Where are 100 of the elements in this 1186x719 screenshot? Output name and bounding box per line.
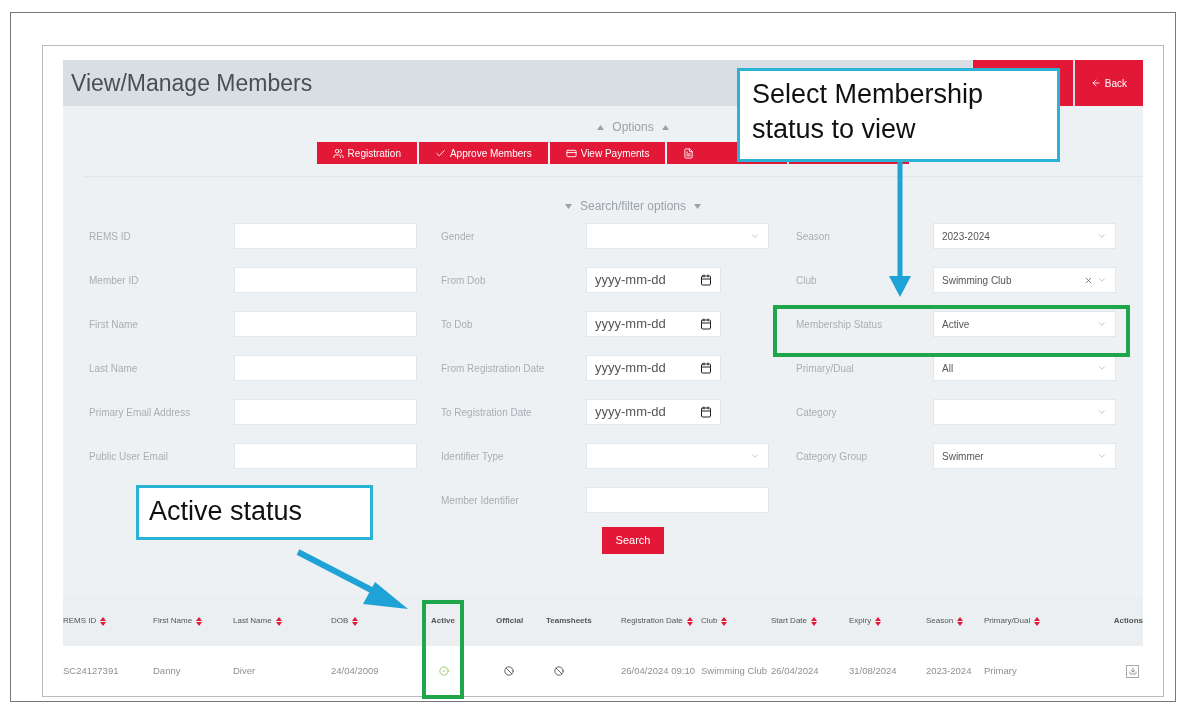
table-cell-text: SC24127391 (63, 663, 120, 678)
card-icon (565, 147, 577, 159)
input-field[interactable] (586, 487, 769, 513)
column-header[interactable]: Primary/Dual (984, 615, 1041, 627)
field-label: REMS ID (89, 229, 132, 244)
sort-icon[interactable] (100, 616, 107, 626)
input-field[interactable] (234, 355, 417, 381)
clear-icon[interactable] (1084, 275, 1093, 285)
sort-icon[interactable] (811, 616, 817, 626)
chevron-down-icon (1097, 275, 1107, 285)
sort-icon[interactable] (875, 616, 882, 626)
table-cell-text: 26/04/2024 (771, 663, 820, 678)
table-cell-text: Swimming Club (701, 663, 768, 678)
input-field[interactable] (234, 267, 417, 293)
column-header: Official (496, 615, 524, 627)
table-cell-text: Danny (153, 663, 182, 678)
document-icon (683, 147, 695, 159)
select-field[interactable]: Swimming Club (933, 267, 1116, 293)
column-header[interactable]: REMS ID (63, 615, 107, 627)
field-label: Membership Status (796, 317, 884, 332)
field-label: To Registration Date (441, 405, 533, 420)
calendar-icon (700, 406, 712, 418)
field-label: To Dob (441, 317, 474, 332)
select-field[interactable] (586, 223, 769, 249)
table-cell-text: Diver (233, 663, 257, 678)
field-label: Primary/Dual (796, 361, 855, 376)
select-field[interactable]: 2023-2024 (933, 223, 1116, 249)
field-label: Category (796, 405, 838, 420)
calendar-icon (700, 318, 712, 330)
select-field[interactable]: Swimmer (933, 443, 1116, 469)
select-field[interactable]: Active (933, 311, 1116, 337)
field-label: Category Group (796, 449, 869, 464)
caret-down-icon (694, 203, 702, 209)
users-icon (332, 147, 344, 159)
column-header[interactable]: Expiry (849, 615, 882, 627)
arrow-left-icon (1090, 78, 1101, 88)
search-button[interactable]: Search (601, 527, 665, 554)
date-field[interactable]: yyyy-mm-dd (586, 355, 721, 381)
field-label: Identifier Type (441, 449, 505, 464)
input-field[interactable] (234, 223, 417, 249)
field-label: First Name (89, 317, 139, 332)
chevron-down-icon (1097, 319, 1107, 329)
sort-icon[interactable] (352, 616, 359, 626)
sort-icon[interactable] (686, 616, 693, 626)
select-field[interactable] (933, 399, 1116, 425)
field-label: Gender (441, 229, 476, 244)
option-button[interactable]: View Payments (549, 142, 666, 164)
chevron-down-icon (750, 231, 760, 241)
field-label: Club (796, 273, 818, 288)
column-header[interactable]: Season (926, 615, 964, 627)
date-field[interactable]: yyyy-mm-dd (586, 311, 721, 337)
option-button[interactable]: Approve Members (418, 142, 548, 164)
column-header[interactable]: Start Date (771, 615, 817, 627)
table-cell-text: Primary (984, 663, 1018, 678)
column-header[interactable]: Club (701, 615, 728, 627)
date-field[interactable]: yyyy-mm-dd (586, 399, 721, 425)
caret-up-icon (661, 124, 669, 130)
field-label: Primary Email Address (89, 405, 192, 420)
chevron-down-icon (1097, 231, 1107, 241)
callout-tooltip: Select Membership status to view (737, 68, 1060, 162)
caret-down-icon (564, 203, 572, 209)
select-field[interactable] (586, 443, 769, 469)
caret-up-icon (597, 124, 605, 130)
option-button[interactable]: Registration (316, 142, 417, 164)
select-field[interactable]: All (933, 355, 1116, 381)
sort-icon[interactable] (721, 616, 728, 626)
table-cell-text: 24/04/2009 (331, 663, 380, 678)
column-header[interactable]: Last Name (233, 615, 282, 627)
field-label: Member Identifier (441, 493, 520, 508)
column-header: Teamsheets (546, 615, 592, 627)
input-field[interactable] (234, 311, 417, 337)
calendar-icon (700, 274, 712, 286)
table-cell-text: 2023-2024 (926, 663, 973, 678)
download-icon (1128, 667, 1137, 675)
input-field[interactable] (234, 399, 417, 425)
sort-icon[interactable] (196, 616, 203, 626)
sort-icon[interactable] (957, 616, 964, 626)
download-button[interactable] (1126, 664, 1139, 678)
back-button[interactable]: Back (1074, 60, 1143, 106)
column-header[interactable]: First Name (153, 615, 203, 627)
date-field[interactable]: yyyy-mm-dd (586, 267, 721, 293)
column-header: Active (431, 615, 455, 627)
column-header: Actions (1113, 615, 1143, 627)
check-icon (434, 147, 446, 159)
sort-icon[interactable] (1034, 616, 1041, 626)
field-label: Member ID (89, 273, 140, 288)
field-label: Last Name (89, 361, 139, 376)
input-field[interactable] (234, 443, 417, 469)
column-header[interactable]: DOB (331, 615, 359, 627)
page-title: View/Manage Members (70, 68, 313, 98)
field-label: From Registration Date (441, 361, 546, 376)
table-cell-text: 31/08/2024 (849, 663, 898, 678)
calendar-icon (700, 362, 712, 374)
chevron-down-icon (1097, 451, 1107, 461)
field-label: Public User Email (89, 449, 169, 464)
chevron-down-icon (1097, 363, 1107, 373)
chevron-down-icon (750, 451, 760, 461)
sort-icon[interactable] (275, 616, 282, 626)
field-label: From Dob (441, 273, 487, 288)
column-header[interactable]: Registration Date (621, 615, 693, 627)
